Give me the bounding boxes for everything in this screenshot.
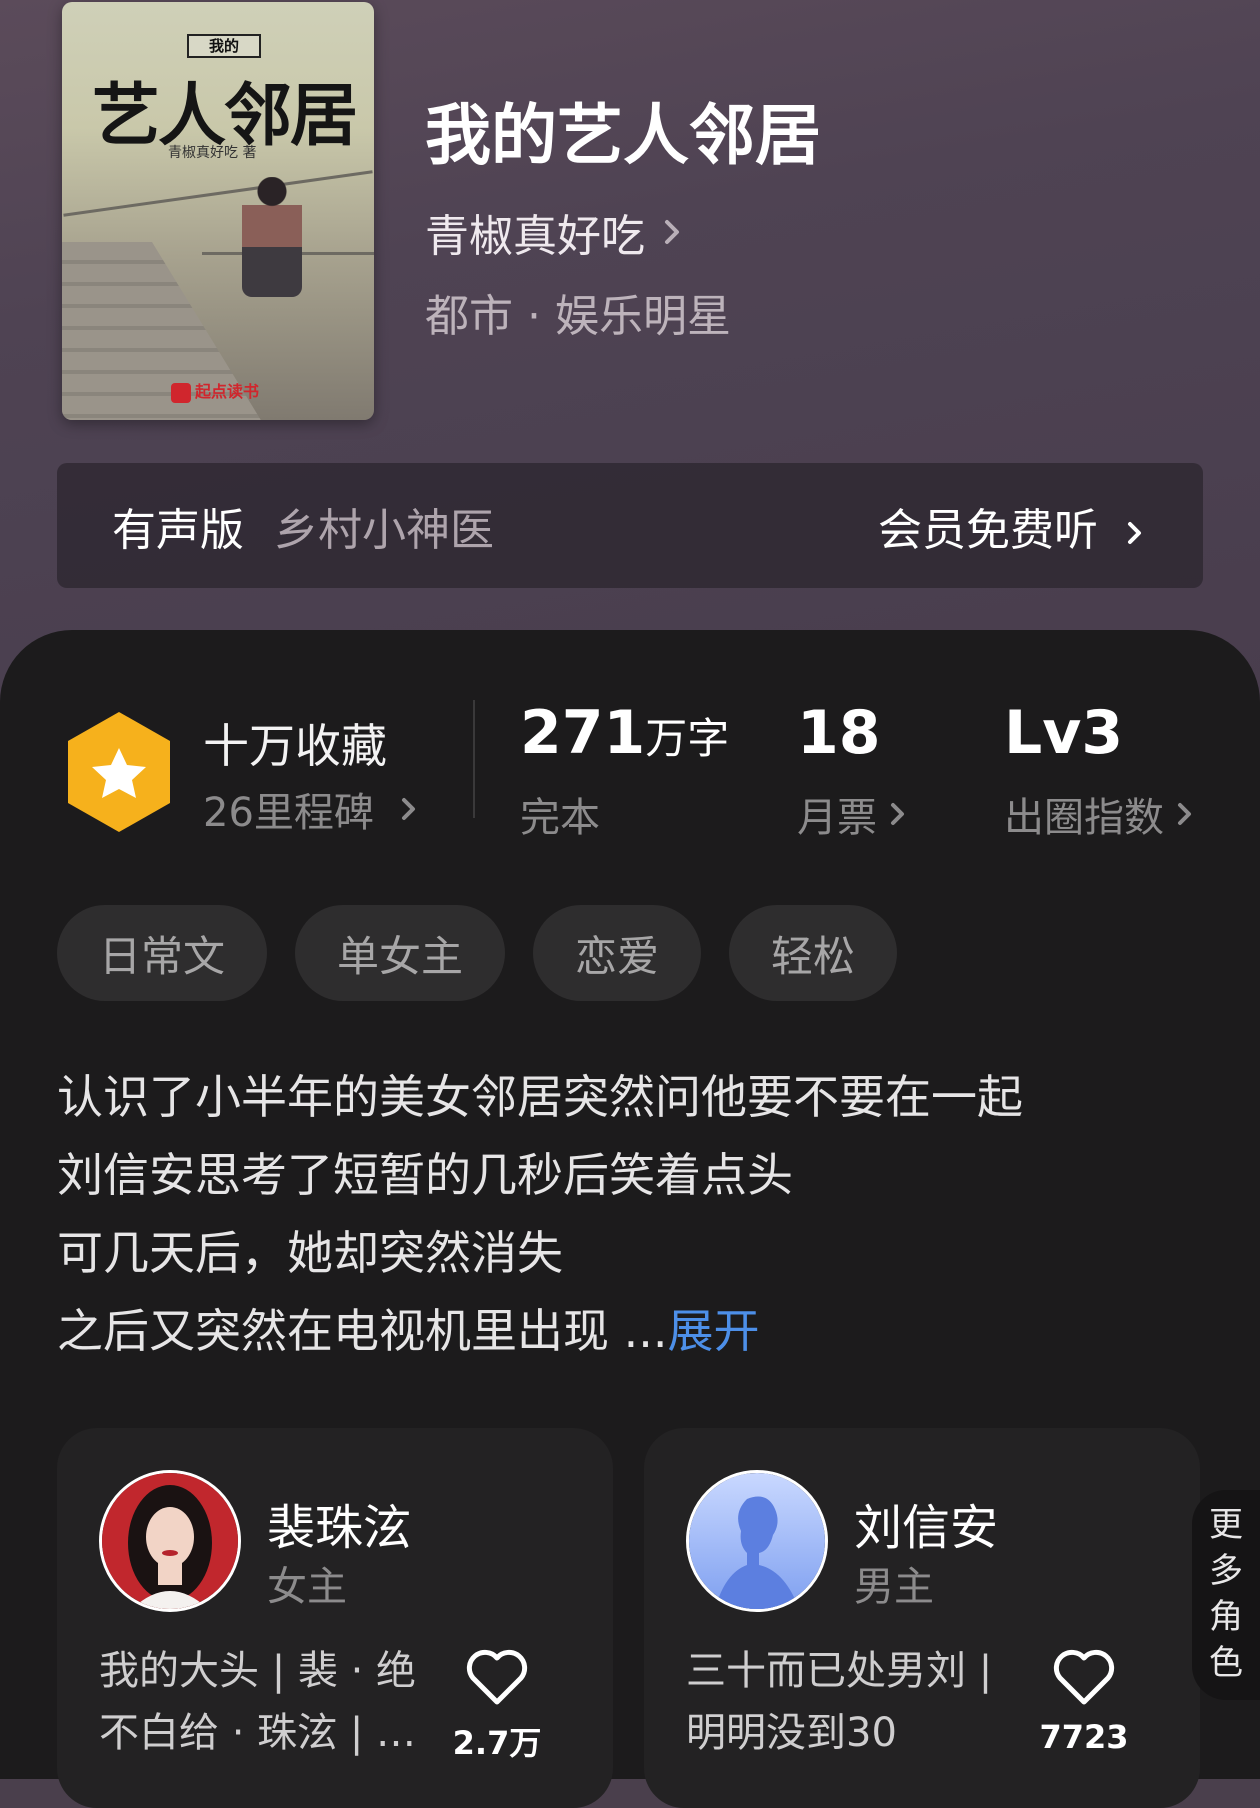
synopsis-line: 刘信安思考了短暂的几秒后笑着点头 xyxy=(57,1148,793,1202)
synopsis-line-last: 之后又突然在电视机里出现 ...展开 xyxy=(57,1304,760,1358)
breakout-index-link[interactable]: 出圈指数 xyxy=(1004,785,1200,843)
expand-link[interactable]: 展开 xyxy=(668,1304,760,1358)
book-cover[interactable]: 我的 艺人邻居 青椒真好吃 著 起点读书 xyxy=(62,2,374,420)
chevron-right-icon xyxy=(665,220,679,244)
character-portrait-icon xyxy=(689,1473,825,1609)
milestone-label: 26里程碑 xyxy=(203,790,374,836)
avatar xyxy=(99,1470,241,1612)
milestone-link[interactable]: 26里程碑 xyxy=(203,780,424,838)
cover-author: 青椒真好吃 著 xyxy=(168,145,257,161)
character-role: 女主 xyxy=(267,1564,347,1610)
character-name: 刘信安 xyxy=(854,1500,999,1556)
like-count: 2.7万 xyxy=(452,1724,542,1762)
character-portrait-icon xyxy=(102,1473,238,1609)
cover-art-rail xyxy=(63,170,373,217)
audio-book-name: 乡村小神医 xyxy=(274,504,494,556)
completion-status: 完本 xyxy=(520,795,600,841)
audio-listen-cta[interactable]: 会员免费听 xyxy=(878,494,1148,558)
monthly-tickets: 18 xyxy=(797,698,881,768)
more-characters-button[interactable]: 更 多 角 色 xyxy=(1192,1490,1260,1700)
monthly-tickets-link[interactable]: 月票 xyxy=(797,785,913,843)
synopsis-line: 可几天后，她却突然消失 xyxy=(57,1226,563,1280)
breakout-index: Lv3 xyxy=(1004,698,1123,768)
cover-series-text: 我的 xyxy=(187,34,261,58)
audio-version-bar[interactable]: 有声版 乡村小神医 会员免费听 xyxy=(57,463,1203,588)
synopsis: 认识了小半年的美女邻居突然问他要不要在一起 刘信安思考了短暂的几秒后笑着点头 可… xyxy=(57,1058,1217,1370)
chevron-right-icon xyxy=(891,803,904,825)
word-count: 271万字 xyxy=(520,698,729,768)
character-card[interactable]: 裴珠泫 女主 我的大头 | 裴 · 绝 不白给 · 珠泫 | … 2.7万 xyxy=(57,1428,613,1808)
tag-chip[interactable]: 日常文 xyxy=(57,905,268,1001)
heart-icon xyxy=(1053,1649,1115,1705)
avatar xyxy=(686,1470,828,1612)
chevron-right-icon xyxy=(1178,803,1191,825)
heart-icon xyxy=(466,1649,528,1705)
tag-chip[interactable]: 轻松 xyxy=(729,905,898,1001)
tag-chip[interactable]: 单女主 xyxy=(295,905,506,1001)
cover-art-figure xyxy=(242,177,302,297)
character-name: 裴珠泫 xyxy=(267,1500,412,1556)
tag-chip[interactable]: 恋爱 xyxy=(533,905,702,1001)
synopsis-line: 认识了小半年的美女邻居突然问他要不要在一起 xyxy=(57,1070,1023,1124)
favorites-title: 十万收藏 xyxy=(203,719,387,773)
star-badge-icon xyxy=(68,712,170,832)
chevron-right-icon xyxy=(401,798,415,820)
like-button[interactable]: 2.7万 xyxy=(437,1648,557,1764)
audio-label: 有声版 xyxy=(112,504,244,556)
character-desc: 三十而已处男刘 | 明明没到30 xyxy=(686,1648,993,1756)
like-button[interactable]: 7723 xyxy=(1024,1648,1144,1756)
author-name: 青椒真好吃 xyxy=(425,211,645,262)
chevron-right-icon xyxy=(1128,521,1141,544)
breakout-index-value: Lv3 xyxy=(1004,698,1124,768)
publisher-logo-icon xyxy=(171,382,191,403)
character-desc: 我的大头 | 裴 · 绝 不白给 · 珠泫 | … xyxy=(99,1648,417,1756)
word-count-unit: 万字 xyxy=(645,714,730,763)
book-genre: 都市 · 娱乐明星 xyxy=(425,291,731,342)
breakout-index-label: 出圈指数 xyxy=(1004,795,1164,841)
character-role: 男主 xyxy=(854,1564,934,1610)
word-count-value: 271 xyxy=(520,698,646,768)
publisher-logo: 起点读书 xyxy=(165,380,265,404)
book-title: 我的艺人邻居 xyxy=(425,96,821,174)
character-card[interactable]: 刘信安 男主 三十而已处男刘 | 明明没到30 7723 xyxy=(644,1428,1200,1808)
like-count: 7723 xyxy=(1039,1718,1129,1756)
author-link[interactable]: 青椒真好吃 xyxy=(425,200,687,264)
monthly-tickets-value: 18 xyxy=(797,698,881,768)
monthly-tickets-label: 月票 xyxy=(797,795,877,841)
stats-divider xyxy=(473,700,475,818)
tag-list: 日常文 单女主 恋爱 轻松 xyxy=(57,905,898,1001)
